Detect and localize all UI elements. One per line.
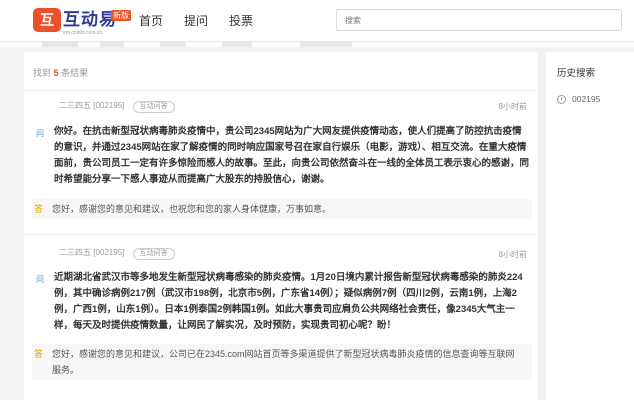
nav-vote[interactable]: 投票 (229, 12, 253, 30)
search-input[interactable] (337, 10, 587, 30)
item-time: 8小时前 (498, 250, 527, 259)
logo-text: 互动易 (63, 10, 117, 29)
question-icon: 问 (36, 129, 44, 138)
result-count: 找到 5 条结果 (33, 68, 89, 78)
logo-mark: 互 (33, 8, 61, 32)
divider (24, 90, 538, 91)
nav-home[interactable]: 首页 (139, 12, 163, 30)
site-logo[interactable]: 互 互动易 新版 irm.cninfo.com.cn (33, 8, 131, 36)
results-panel: 找到 5 条结果 二三四五 [002195] 互动问答 8小时前 问 你好。在抗… (24, 52, 538, 400)
new-version-badge: 新版 (111, 10, 131, 21)
item-meta: 二三四五 [002195] 互动问答 (59, 100, 175, 113)
question-icon: 问 (36, 275, 44, 284)
history-sidebar: 历史搜索 002195 (546, 52, 634, 400)
answer-icon: 答 (34, 349, 44, 359)
logo-subtitle: irm.cninfo.com.cn (63, 30, 103, 36)
company-name[interactable]: 二三四五 [002195] (59, 101, 124, 110)
answer-box: 答 您好，感谢您的意见和建议，公司已在2345.com网站首页等多渠道提供了新型… (32, 344, 532, 380)
company-name[interactable]: 二三四五 [002195] (59, 248, 124, 257)
history-item[interactable]: 002195 (557, 94, 600, 104)
item-time: 8小时前 (498, 102, 527, 111)
clock-icon (557, 94, 566, 104)
divider (24, 234, 538, 235)
question-text[interactable]: 近期湖北省武汉市等多地发生新型冠状病毒感染的肺炎疫情。1月20日境内累计报告新型… (54, 270, 530, 334)
main-nav: 首页 提问 投票 (139, 12, 253, 30)
search-box (336, 9, 622, 31)
top-header: 互 互动易 新版 irm.cninfo.com.cn 首页 提问 投票 (0, 0, 634, 42)
nav-ask[interactable]: 提问 (184, 12, 208, 30)
answer-text: 您好，感谢您的意见和建议，也祝您和您的家人身体健康，万事如意。 (52, 204, 332, 214)
sub-nav-strip (0, 42, 634, 47)
answer-text: 您好，感谢您的意见和建议，公司已在2345.com网站首页等多渠道提供了新型冠状… (52, 349, 515, 375)
history-title: 历史搜索 (557, 68, 596, 79)
answer-icon: 答 (34, 204, 44, 214)
answer-box: 答 您好，感谢您的意见和建议，也祝您和您的家人身体健康，万事如意。 (32, 199, 532, 219)
item-meta: 二三四五 [002195] 互动问答 (59, 247, 175, 260)
result-count-number: 5 (53, 68, 59, 78)
question-text[interactable]: 你好。在抗击新型冠状病毒肺炎疫情中，贵公司2345网站为广大网友提供疫情动态，使… (54, 124, 530, 188)
qa-tag: 互动问答 (132, 248, 175, 260)
history-item-label: 002195 (572, 94, 601, 104)
qa-tag: 互动问答 (132, 101, 175, 113)
